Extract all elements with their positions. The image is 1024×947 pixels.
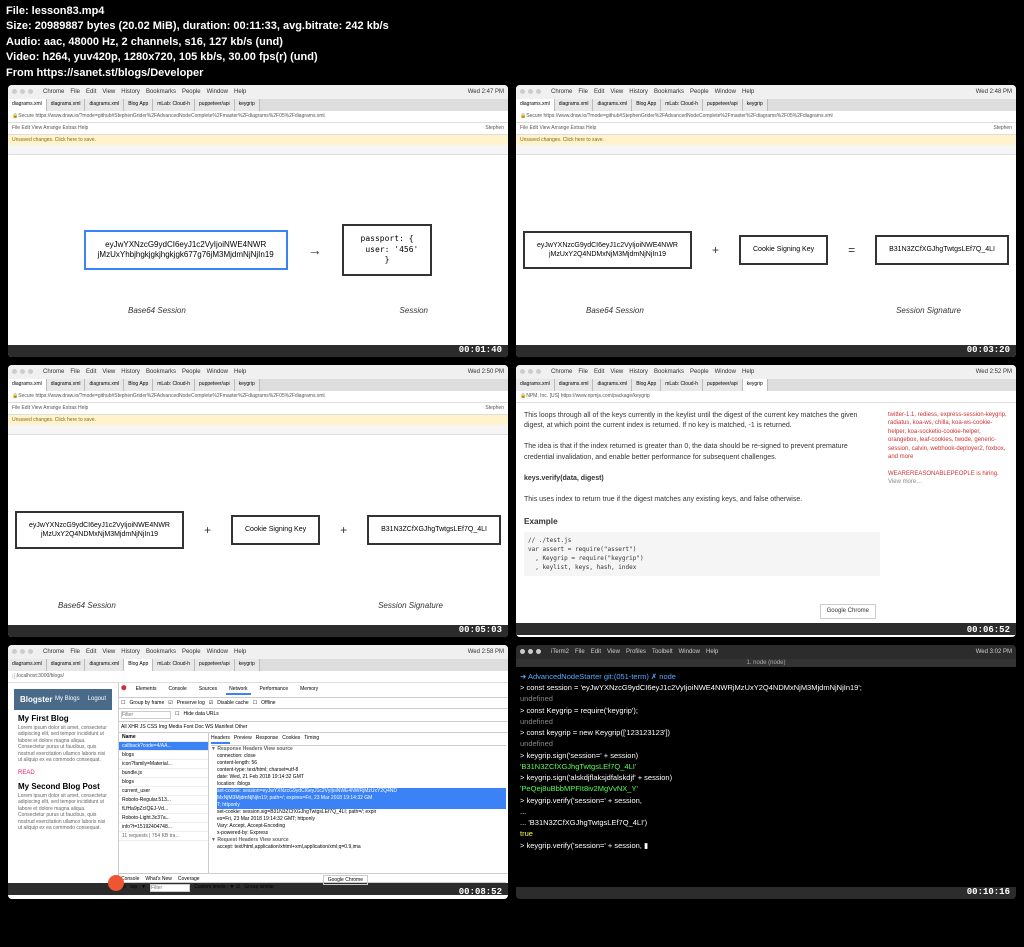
nav-myblogs[interactable]: My Blogs	[55, 696, 80, 702]
request-item[interactable]: callback?code=4/AA...	[119, 742, 208, 751]
blog-post-title[interactable]: My First Blog	[18, 714, 108, 723]
file-info: File: lesson83.mp4	[6, 4, 1018, 19]
screenshot-3: ChromeFileEditViewHistoryBookmarksPeople…	[8, 365, 508, 637]
npm-hiring[interactable]: WEAREREASONABLEPEOPLE is hiring.	[888, 470, 1008, 478]
plus-icon: +	[712, 243, 719, 257]
screenshot-5: ChromeFileEditViewHistoryBookmarksPeople…	[8, 645, 508, 899]
passport-box[interactable]: passport: { user: '456' }	[342, 224, 433, 275]
set-cookie-sig: set-cookie: session.sig=B31N3ZCfXGJhgTwt…	[217, 809, 506, 823]
audio-info: Audio: aac, 48000 Hz, 2 channels, s16, 1…	[6, 35, 1018, 50]
screenshot-6: iTerm2FileEditViewProfilesToolbeltWindow…	[516, 645, 1016, 899]
record-icon[interactable]: ⬤	[121, 685, 127, 695]
tab-sources[interactable]: Sources	[196, 685, 220, 695]
filter-input[interactable]	[121, 711, 171, 719]
app-header: BlogsterMy BlogsLogout	[14, 689, 112, 710]
tab-network[interactable]: Network	[226, 685, 250, 695]
clock: Wed 2:47 PM	[468, 89, 504, 95]
code-example: // ./test.js var assert = require("asser…	[524, 532, 880, 576]
signature-box[interactable]: B31N3ZCfXGJhgTwtgsLEf7Q_4LI	[875, 235, 1009, 264]
screenshot-2: ChromeFileEditViewHistoryBookmarksPeople…	[516, 85, 1016, 357]
terminal[interactable]: ➜ AdvancedNodeStarter git:(051-term) ✗ n…	[516, 667, 1016, 887]
signing-key-box[interactable]: Cookie Signing Key	[739, 235, 828, 264]
tab-performance[interactable]: Performance	[257, 685, 292, 695]
screenshot-4: ChromeFileEditViewHistoryBookmarksPeople…	[516, 365, 1016, 637]
view-more-link[interactable]: View more…	[888, 478, 1008, 486]
request-count: 11 requests | 754 KB tra...	[119, 832, 208, 841]
response-headers[interactable]: ▼ Response Headers View source	[211, 746, 506, 753]
video-info: Video: h264, yuv420p, 1280x720, 105 kb/s…	[6, 50, 1018, 65]
terminal-title: 1. node (node)	[516, 659, 1016, 667]
request-headers[interactable]: ▼ Request Headers View source	[211, 837, 506, 844]
base64-box[interactable]: eyJwYXNzcG9ydCI6eyJ1c2VyIjoiNWE4NWR jMzU…	[523, 231, 692, 269]
arrow-icon: →	[308, 242, 322, 258]
equals-icon: =	[848, 243, 855, 257]
example-heading: Example	[524, 516, 880, 528]
from-info: From https://sanet.st/blogs/Developer	[6, 66, 1018, 81]
read-link[interactable]: READ	[18, 770, 108, 776]
timestamp: 00:01:40	[459, 345, 502, 355]
browser-tabs[interactable]: diagrams.xmldiagrams.xmldiagrams.xmlBlog…	[8, 99, 508, 111]
google-chrome-badge: Google Chrome	[820, 604, 876, 619]
npm-method: keys.verify(data, digest)	[524, 475, 604, 482]
unsaved-warning[interactable]: Unsaved changes. Click here to save.	[8, 135, 508, 145]
fab-add[interactable]	[108, 875, 124, 891]
headers-tab[interactable]: Headers	[211, 735, 230, 744]
address-bar[interactable]: 🔒 Secure https://www.draw.io/?mode=githu…	[8, 111, 508, 123]
menu-chrome[interactable]: Chrome	[43, 89, 64, 95]
base64-box[interactable]: eyJwYXNzcG9ydCI6eyJ1c2VyIjoiNWE4NWR jMzU…	[84, 230, 288, 271]
size-info: Size: 20989887 bytes (20.02 MiB), durati…	[6, 19, 1018, 34]
set-cookie-session: set-cookie: session=eyJwYXNzcG9ydCI6eyJ1…	[217, 788, 506, 809]
tab-memory[interactable]: Memory	[297, 685, 321, 695]
tab-console[interactable]: Console	[165, 685, 189, 695]
npm-para: This loops through all of the keys curre…	[524, 411, 880, 432]
npm-used-by[interactable]: twitter-1.1, rediess, express-session-ke…	[888, 411, 1008, 461]
screenshot-1: ChromeFileEditViewHistoryBookmarksPeople…	[8, 85, 508, 357]
devtools: ⬤ Elements Console Sources Network Perfo…	[118, 683, 508, 883]
nav-logout[interactable]: Logout	[88, 696, 106, 702]
tab-elements[interactable]: Elements	[133, 685, 160, 695]
